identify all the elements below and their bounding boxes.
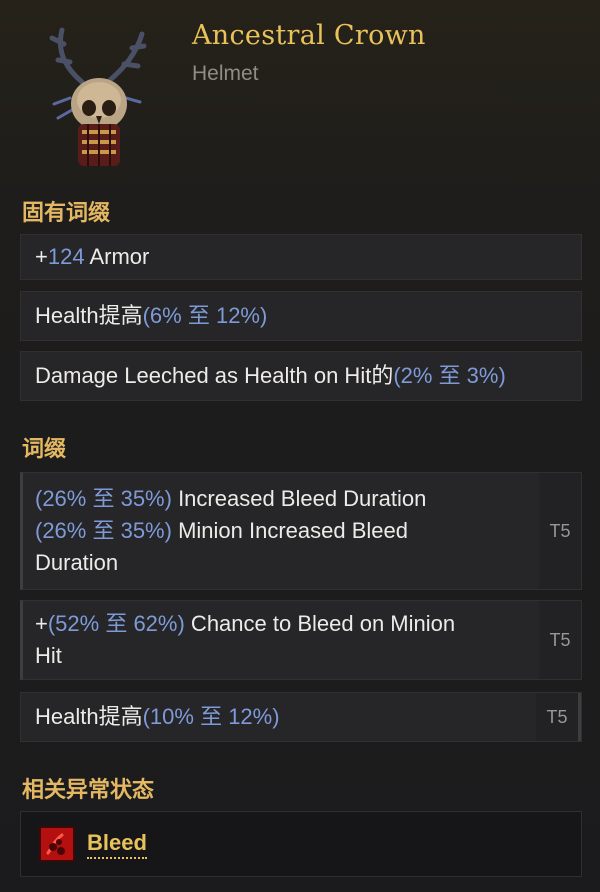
- affix-row: (26% 至 35%) Increased Bleed Duration (26…: [20, 472, 582, 590]
- antlered-skull-helmet-icon: [49, 27, 147, 166]
- item-name: Ancestral Crown: [192, 20, 426, 51]
- tier-badge: T5: [539, 601, 581, 679]
- affix-text: Health提高(10% 至 12%): [35, 704, 280, 729]
- tier-badge: T5: [539, 473, 581, 589]
- tier-badge: T5: [536, 693, 581, 741]
- item-tooltip: Ancestral Crown Helmet 固有词缀 +124 Armor H…: [0, 0, 600, 892]
- affix-row: +(52% 至 62%) Chance to Bleed on Minion H…: [20, 600, 582, 680]
- affix-text: +(52% 至 62%) Chance to Bleed on Minion H…: [35, 611, 456, 668]
- affix-row: Health提高(10% 至 12%) T5: [20, 692, 582, 742]
- item-header: Ancestral Crown Helmet: [0, 0, 600, 185]
- implicit-row: Health提高(6% 至 12%): [20, 291, 582, 341]
- implicit-text: +124 Armor: [35, 244, 150, 269]
- implicit-row: +124 Armor: [20, 234, 582, 280]
- item-type: Helmet: [192, 62, 259, 85]
- implicit-row: Damage Leeched as Health on Hit的(2% 至 3%…: [20, 351, 582, 401]
- implicit-text: Health提高(6% 至 12%): [35, 303, 268, 328]
- affix-text: (26% 至 35%) Increased Bleed Duration (26…: [35, 486, 427, 575]
- section-title-affixes: 词缀: [22, 436, 67, 461]
- section-title-ailments: 相关异常状态: [22, 777, 155, 802]
- ailment-row[interactable]: Bleed: [20, 811, 582, 877]
- bleed-link[interactable]: Bleed: [87, 830, 147, 859]
- section-title-implicit: 固有词缀: [22, 200, 111, 225]
- implicit-text: Damage Leeched as Health on Hit的(2% 至 3%…: [35, 363, 506, 388]
- bleed-icon: [39, 826, 75, 862]
